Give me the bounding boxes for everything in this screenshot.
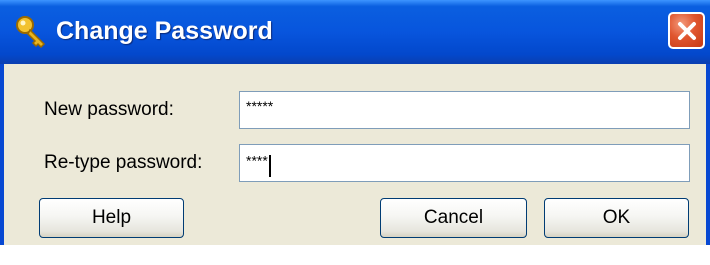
ok-button[interactable]: OK xyxy=(544,198,689,238)
cancel-button[interactable]: Cancel xyxy=(380,198,527,238)
retype-password-label: Re-type password: xyxy=(44,152,203,173)
new-password-value: ***** xyxy=(246,98,274,114)
new-password-label: New password: xyxy=(44,99,174,120)
new-password-field[interactable]: ***** xyxy=(239,91,690,129)
window-frame-left xyxy=(0,64,4,245)
text-caret xyxy=(268,155,271,177)
help-button[interactable]: Help xyxy=(39,198,184,238)
retype-password-value: **** xyxy=(246,152,268,169)
close-icon xyxy=(678,22,696,40)
key-icon xyxy=(14,14,50,50)
window-frame-right xyxy=(706,64,710,245)
retype-password-field[interactable]: **** xyxy=(239,144,690,182)
change-password-dialog: Change Password New password: ***** Re-t… xyxy=(0,0,710,245)
title-bar[interactable]: Change Password xyxy=(0,0,710,64)
close-button[interactable] xyxy=(668,12,705,49)
window-title: Change Password xyxy=(56,17,273,45)
retype-password-mask: **** xyxy=(246,151,271,177)
